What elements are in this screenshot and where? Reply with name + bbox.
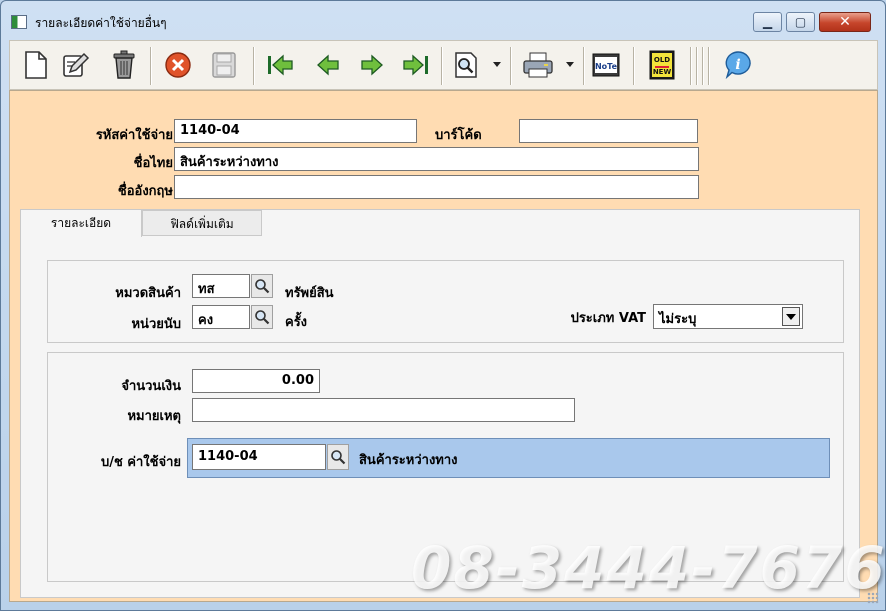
edit-icon[interactable] (60, 49, 92, 81)
thai-name-field[interactable]: สินค้าระหว่างทาง (174, 147, 699, 171)
delete-trash-icon[interactable] (108, 49, 140, 81)
main-window: รายละเอียดค่าใช้จ่ายอื่นๆ ▁ ▢ ✕ NoTe OLD… (0, 0, 886, 611)
unit-name: ครั้ง (285, 315, 308, 330)
thai-name-label: ชื่อไทย (133, 156, 173, 171)
magnifier-icon (255, 279, 270, 294)
vat-label: ประเภท VAT (570, 311, 646, 326)
eng-name-field[interactable] (174, 175, 699, 199)
next-record-icon[interactable] (356, 49, 388, 81)
magnifier-icon (331, 450, 346, 465)
amount-label: จำนวนเงิน (121, 379, 181, 394)
maximize-button[interactable]: ▢ (786, 12, 815, 32)
old-new-icon[interactable]: OLD NEW (646, 49, 678, 81)
note-field[interactable] (192, 398, 575, 422)
print-dropdown-icon[interactable] (566, 62, 574, 67)
unit-label: หน่วยนับ (131, 317, 181, 332)
phone-watermark: 08-3444-7676 (411, 534, 886, 602)
category-label: หมวดสินค้า (115, 286, 181, 301)
barcode-field[interactable] (519, 119, 698, 143)
eng-name-label: ชื่ออังกฤษ (117, 184, 173, 199)
tab-details[interactable]: รายละเอียด (20, 209, 142, 237)
note-label: หมายเหตุ (127, 409, 181, 424)
window-title: รายละเอียดค่าใช้จ่ายอื่นๆ (35, 16, 167, 30)
unit-code-field[interactable]: คง (192, 305, 250, 329)
note-icon[interactable]: NoTe (590, 49, 622, 81)
code-field[interactable]: 1140-04 (174, 119, 417, 143)
search-icon[interactable] (450, 49, 482, 81)
account-code-field[interactable]: 1140-04 (192, 444, 326, 470)
last-record-icon[interactable] (400, 49, 432, 81)
category-search-button[interactable] (251, 274, 273, 298)
note-icon-text: NoTe (595, 62, 618, 71)
vat-select[interactable]: ไม่ระบุ (653, 304, 803, 329)
first-record-icon[interactable] (264, 49, 296, 81)
info-icon[interactable]: i (722, 49, 754, 81)
account-label: บ/ช ค่าใช้จ่าย (100, 455, 181, 470)
cancel-icon[interactable] (162, 49, 194, 81)
code-label: รหัสค่าใช้จ่าย (95, 128, 173, 143)
chevron-down-icon[interactable] (782, 307, 800, 326)
vat-select-value: ไม่ระบุ (659, 312, 697, 327)
account-name: สินค้าระหว่างทาง (359, 453, 458, 468)
print-icon[interactable] (522, 49, 554, 81)
resize-grip[interactable] (867, 592, 879, 604)
info-letter: i (735, 57, 740, 73)
category-name: ทรัพย์สิน (285, 286, 334, 301)
previous-record-icon[interactable] (312, 49, 344, 81)
unit-search-button[interactable] (251, 305, 273, 329)
old-label: OLD (654, 56, 670, 64)
new-icon[interactable] (20, 49, 52, 81)
tab-extra-fields[interactable]: ฟิลด์เพิ่มเติม (142, 210, 262, 236)
app-icon (11, 15, 27, 29)
close-button[interactable]: ✕ (819, 12, 871, 32)
barcode-label: บาร์โค้ด (435, 128, 482, 143)
account-search-button[interactable] (327, 444, 349, 470)
save-disk-icon[interactable] (208, 49, 240, 81)
magnifier-icon (255, 310, 270, 325)
minimize-button[interactable]: ▁ (753, 12, 782, 32)
category-code-field[interactable]: ทส (192, 274, 250, 298)
new-label: NEW (653, 68, 672, 76)
toolbar: NoTe OLD NEW i (9, 40, 878, 90)
amount-field[interactable]: 0.00 (192, 369, 320, 393)
search-dropdown-icon[interactable] (493, 62, 501, 67)
title-bar[interactable]: รายละเอียดค่าใช้จ่ายอื่นๆ ▁ ▢ ✕ (1, 1, 885, 39)
